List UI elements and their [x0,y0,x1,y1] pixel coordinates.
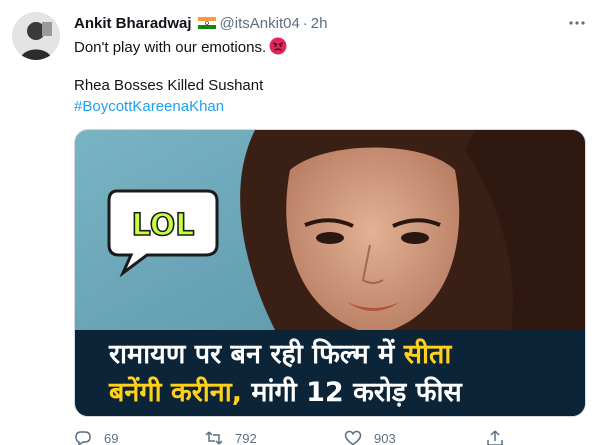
lol-text: LOL [132,208,195,243]
author-handle[interactable]: @itsAnkit04 [220,15,300,32]
hashtag-link[interactable]: #BoycottKareenaKhan [74,97,224,117]
tweet-text-line-1: Don't play with our emotions. [74,37,287,58]
image-caption-banner: रामायण पर बन रही फिल्म में सीता बनेंगी क… [75,330,585,416]
tweet-card[interactable]: Ankit Bharadwaj @itsAnkit04 · 2h Don't p… [0,0,600,445]
retweet-icon [205,429,223,445]
separator-dot: · [302,14,308,32]
reply-icon [74,429,92,445]
author-name[interactable]: Ankit Bharadwaj [74,15,192,32]
caption-line-1-white: रामायण पर बन रही फिल्म में [109,339,404,370]
heart-icon [344,429,362,445]
tweet-text: Don't play with our emotions. [74,39,267,56]
india-flag-icon [197,17,216,29]
lol-speech-bubble-icon: LOL [101,183,225,277]
retweet-button[interactable]: 792 [205,429,257,445]
reply-button[interactable]: 69 [74,429,118,445]
tweet-image[interactable]: LOL रामायण पर बन रही फिल्म में सीता बनें… [74,129,586,417]
share-icon [486,429,504,445]
caption-line-2-yellow: बनेंगी करीना, [109,377,252,408]
tweet-header: Ankit Bharadwaj @itsAnkit04 · 2h [74,13,327,33]
share-button[interactable] [486,429,504,445]
caption-line-1-yellow: सीता [403,339,452,370]
caption-line-1: रामायण पर बन रही फिल्म में सीता [109,336,585,374]
reply-count: 69 [104,430,119,445]
caption-line-2: बनेंगी करीना, मांगी 12 करोड़ फीस [109,374,585,412]
retweet-count: 792 [235,430,257,445]
more-options-icon[interactable] [566,12,588,34]
tweet-text-line-2: Rhea Bosses Killed Sushant [74,77,264,94]
tweet-timestamp[interactable]: 2h [311,15,328,32]
author-avatar[interactable] [12,12,60,60]
like-count: 903 [374,430,396,445]
angry-face-emoji-icon [269,37,287,55]
caption-line-2-white: मांगी 12 करोड़ फीस [251,377,462,408]
tweet-actions-bar: 69 792 903 [74,429,586,445]
like-button[interactable]: 903 [344,429,396,445]
